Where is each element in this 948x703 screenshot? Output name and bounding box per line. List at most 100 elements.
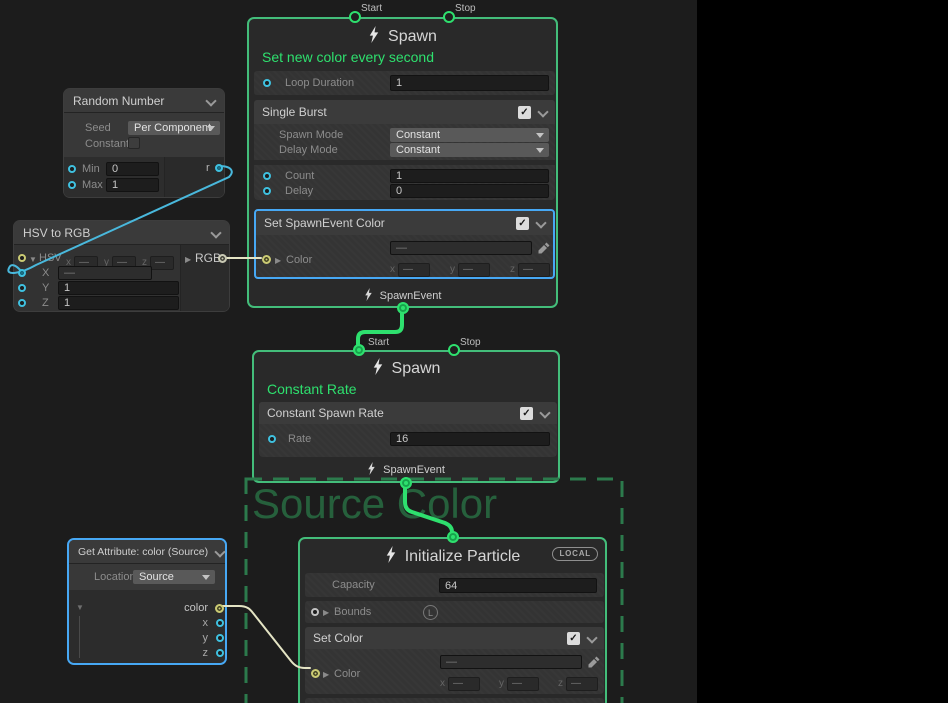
stop-flow-anchor[interactable] [443, 11, 455, 23]
input-flow-anchor[interactable] [447, 531, 459, 543]
location-dropdown[interactable]: Source [133, 570, 215, 584]
enabled-checkbox[interactable]: ✓ [516, 217, 529, 230]
spawnevent-output-anchor[interactable] [400, 477, 412, 489]
delay-field[interactable]: 0 [390, 184, 549, 198]
count-port[interactable] [263, 172, 271, 180]
z-output-port[interactable] [216, 649, 224, 657]
z-input-port[interactable] [18, 299, 26, 307]
x-field: — [58, 266, 152, 280]
expand-triangle-icon[interactable]: ▼ [76, 604, 84, 612]
max-field[interactable]: 1 [106, 178, 159, 192]
hsv-label: HSV [39, 251, 62, 265]
color-input-port[interactable] [311, 669, 320, 678]
color-input-port[interactable] [262, 255, 271, 264]
capacity-field[interactable]: 64 [439, 578, 597, 593]
color-label: Color [334, 667, 360, 681]
rgb-output-port[interactable] [218, 254, 227, 263]
loop-duration-field[interactable]: 1 [390, 75, 549, 91]
collapse-chevron-icon[interactable] [539, 407, 550, 418]
r-output-port[interactable] [215, 164, 223, 172]
set-color-header[interactable]: Set Color ✓ [305, 627, 604, 649]
color-xyz-subrow: x— y— z— [440, 673, 598, 691]
z-field[interactable]: 1 [58, 296, 179, 310]
random-number-node[interactable]: Random Number Seed Per Component Constan… [63, 88, 225, 198]
eyedropper-icon[interactable] [538, 241, 550, 259]
x-label: X [42, 266, 49, 280]
start-flow-anchor[interactable] [349, 11, 361, 23]
enabled-checkbox[interactable]: ✓ [520, 407, 533, 420]
set-spawnevent-color-block[interactable]: Set SpawnEvent Color ✓ ▶ Color — x— y— z… [254, 209, 555, 279]
bounds-port[interactable] [311, 608, 319, 616]
node-title: Spawn [392, 360, 441, 378]
start-flow-anchor[interactable] [353, 344, 365, 356]
count-field[interactable]: 1 [390, 169, 549, 183]
rate-port[interactable] [268, 435, 276, 443]
dropdown-arrow-icon [536, 133, 544, 138]
expand-triangle-icon[interactable]: ▶ [323, 671, 329, 679]
lightning-icon [364, 288, 373, 304]
y-subfield: — [507, 677, 539, 691]
constant-spawn-rate-header[interactable]: Constant Spawn Rate ✓ [259, 402, 557, 424]
max-port[interactable] [68, 181, 76, 189]
z-label: Z [42, 296, 49, 310]
x-sublabel: x [390, 264, 395, 275]
collapse-chevron-icon[interactable] [205, 95, 216, 106]
expander-guide-line [79, 616, 80, 658]
delay-mode-label: Delay Mode [279, 143, 338, 157]
constant-checkbox[interactable] [128, 137, 140, 149]
loop-duration-port[interactable] [263, 79, 271, 87]
x-input-port[interactable] [18, 269, 26, 277]
spawn-context-node-1[interactable]: Start Stop Spawn Set new color every sec… [247, 17, 558, 308]
spawnevent-label: SpawnEvent [383, 464, 445, 476]
hsv-to-rgb-node[interactable]: HSV to RGB ▼ HSV x— y— z— X — Y 1 Z 1 ▶ … [13, 220, 230, 312]
set-color-block[interactable]: Set Color ✓ ▶ Color — x— y— z— [305, 627, 604, 694]
random-number-title-bar[interactable]: Random Number [64, 89, 224, 113]
delay-label: Delay [285, 184, 313, 198]
min-field[interactable]: 0 [106, 162, 159, 176]
expand-triangle-icon[interactable]: ▼ [29, 256, 37, 264]
collapse-chevron-icon[interactable] [210, 227, 221, 238]
seed-dropdown[interactable]: Per Component [128, 121, 220, 135]
delay-mode-dropdown[interactable]: Constant [390, 143, 549, 157]
expand-triangle-icon[interactable]: ▶ [275, 257, 281, 265]
spawn-context-node-2[interactable]: Start Stop Spawn Constant Rate Constant … [252, 350, 560, 483]
single-burst-block[interactable]: Single Burst ✓ Spawn Mode Constant Delay… [254, 100, 555, 200]
output-triangle-icon: ▶ [185, 256, 191, 264]
rate-field[interactable]: 16 [390, 432, 550, 446]
z-sublabel: z [510, 264, 515, 275]
y-input-port[interactable] [18, 284, 26, 292]
delay-port[interactable] [263, 187, 271, 195]
constant-spawn-rate-block[interactable]: Constant Spawn Rate ✓ Rate 16 [259, 402, 557, 457]
spawn-mode-dropdown[interactable]: Constant [390, 128, 549, 142]
enabled-checkbox[interactable]: ✓ [518, 106, 531, 119]
single-burst-header[interactable]: Single Burst ✓ [254, 100, 555, 124]
bounds-label: Bounds [334, 601, 371, 623]
local-space-badge[interactable]: L [423, 605, 438, 620]
x-output-port[interactable] [216, 619, 224, 627]
bounds-row: ▶ Bounds L [305, 601, 604, 623]
group-title[interactable]: Source Color [252, 480, 497, 528]
initialize-particle-node[interactable]: Initialize Particle LOCAL Capacity 64 ▶ … [298, 537, 607, 703]
expand-triangle-icon[interactable]: ▶ [323, 609, 329, 617]
hsv-input-port[interactable] [18, 254, 26, 262]
set-spawnevent-color-header[interactable]: Set SpawnEvent Color ✓ [256, 211, 553, 235]
eyedropper-icon[interactable] [588, 655, 600, 673]
spawnevent-output-anchor[interactable] [397, 302, 409, 314]
collapse-chevron-icon[interactable] [586, 632, 597, 643]
collapse-chevron-icon[interactable] [535, 217, 546, 228]
graph-canvas[interactable]: Source Color Start Stop Spawn Set new co… [0, 0, 697, 703]
rate-label: Rate [288, 432, 311, 446]
min-port[interactable] [68, 165, 76, 173]
y-output-port[interactable] [216, 634, 224, 642]
collapse-chevron-icon[interactable] [537, 106, 548, 117]
hsv-title-bar[interactable]: HSV to RGB [14, 221, 229, 245]
stop-flow-anchor[interactable] [448, 344, 460, 356]
capacity-row: Capacity 64 [305, 573, 604, 597]
collapse-chevron-icon[interactable] [214, 546, 225, 557]
get-attribute-node[interactable]: Get Attribute: color (Source) Location S… [67, 538, 227, 665]
enabled-checkbox[interactable]: ✓ [567, 632, 580, 645]
get-attribute-title-bar[interactable]: Get Attribute: color (Source) [69, 540, 225, 564]
y-field[interactable]: 1 [58, 281, 179, 295]
max-label: Max [82, 178, 103, 192]
color-output-port[interactable] [215, 604, 224, 613]
